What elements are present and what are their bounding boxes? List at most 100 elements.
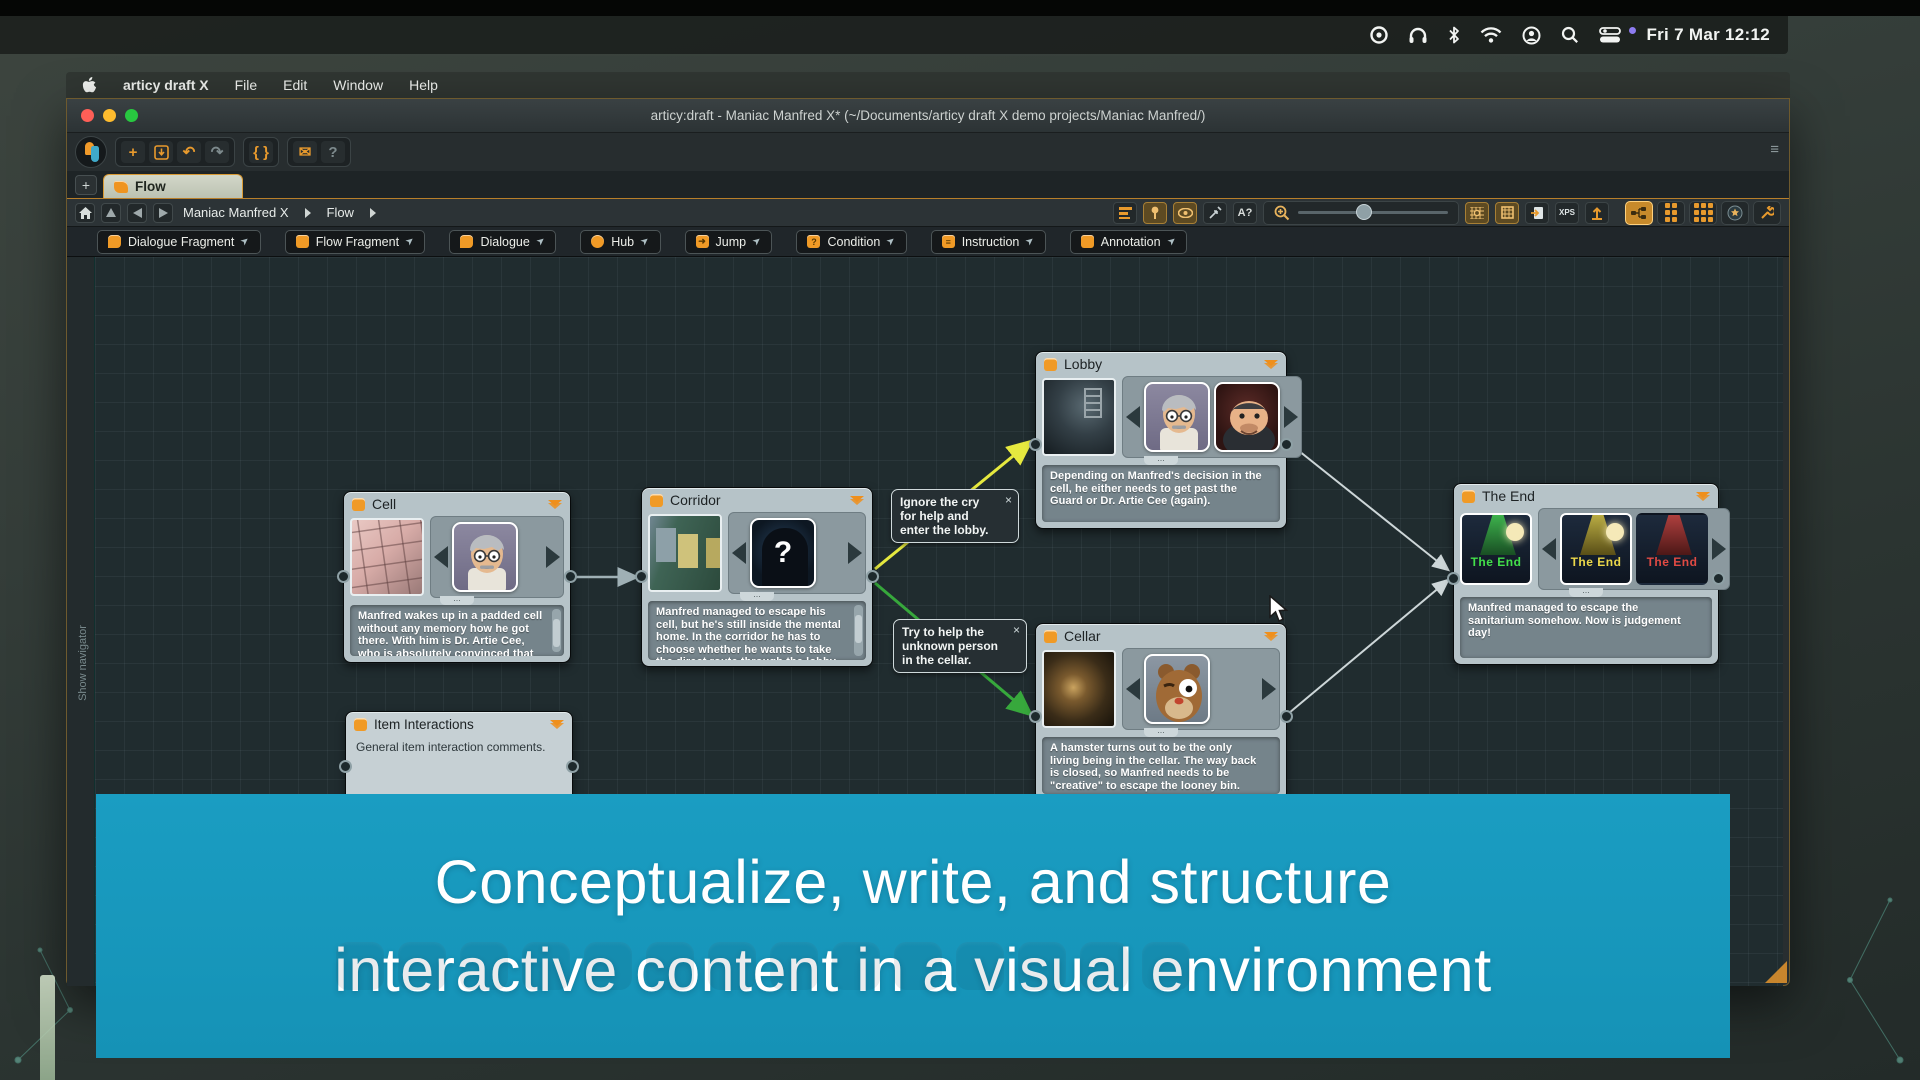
breadcrumb-project[interactable]: Maniac Manfred X — [183, 205, 289, 220]
export-xps-icon[interactable]: XPS — [1555, 202, 1579, 224]
control-center-icon[interactable] — [1599, 27, 1621, 43]
presentation-script-button[interactable]: { } — [249, 141, 273, 163]
menu-edit[interactable]: Edit — [283, 77, 307, 93]
carousel-prev-icon[interactable] — [434, 546, 448, 568]
lobby-preview-image[interactable] — [1042, 378, 1116, 456]
palette-annotation[interactable]: Annotation ➤ — [1070, 230, 1187, 254]
grid-view-button[interactable] — [1689, 201, 1717, 225]
collapse-chevron-icon[interactable] — [548, 500, 562, 509]
input-pin[interactable] — [1447, 572, 1460, 585]
labels-toggle-icon[interactable] — [1113, 202, 1137, 224]
carousel-prev-icon[interactable] — [1126, 678, 1140, 700]
node-resize-handle[interactable]: ... — [440, 596, 474, 605]
text-scrollbar[interactable] — [552, 609, 561, 652]
carousel-next-icon[interactable] — [1712, 538, 1726, 560]
input-pin[interactable] — [339, 760, 352, 773]
palette-flow-fragment[interactable]: Flow Fragment ➤ — [285, 230, 426, 254]
output-pin[interactable] — [866, 570, 879, 583]
apple-menu-icon[interactable] — [82, 77, 97, 94]
node-description[interactable]: Manfred managed to escape the sanitarium… — [1460, 597, 1712, 658]
output-pin[interactable] — [1280, 438, 1293, 451]
menu-file[interactable]: File — [235, 77, 258, 93]
mail-button[interactable]: ✉ — [293, 141, 317, 163]
toolbar-menu-icon[interactable]: ≡ — [1770, 141, 1779, 158]
menu-window[interactable]: Window — [333, 77, 383, 93]
add-tab-button[interactable]: + — [75, 175, 97, 195]
node-resize-handle[interactable]: ... — [1144, 456, 1178, 465]
input-pin[interactable] — [337, 570, 350, 583]
node-resize-handle[interactable]: ... — [1569, 588, 1603, 597]
portrait-unknown-person[interactable]: ? — [750, 518, 816, 588]
save-button[interactable] — [149, 141, 173, 163]
spellcheck-icon[interactable]: A? — [1233, 202, 1257, 224]
input-pin[interactable] — [635, 570, 648, 583]
zoom-in-icon[interactable] — [1274, 205, 1290, 221]
bluetooth-icon[interactable] — [1448, 26, 1460, 44]
search-icon[interactable] — [1561, 26, 1579, 44]
close-icon[interactable]: × — [1005, 493, 1012, 507]
output-pin[interactable] — [1280, 710, 1293, 723]
portrait-artie-cee[interactable] — [452, 522, 518, 592]
list-view-button[interactable] — [1657, 201, 1685, 225]
record-icon[interactable] — [1370, 26, 1388, 44]
redo-button[interactable]: ↷ — [205, 141, 229, 163]
palette-dialogue[interactable]: Dialogue ➤ — [449, 230, 556, 254]
settings-wrench-icon[interactable] — [1753, 201, 1781, 225]
minimize-window-button[interactable] — [103, 109, 116, 122]
navigator-strip[interactable]: Show navigator — [67, 257, 95, 986]
node-description[interactable]: Manfred wakes up in a padded cell withou… — [350, 605, 564, 656]
corridor-preview-image[interactable] — [648, 514, 722, 592]
pin-toggle-icon[interactable] — [1143, 202, 1167, 224]
comment-text[interactable]: General item interaction comments. — [346, 736, 572, 758]
system-clock[interactable]: Fri 7 Mar 12:12 — [1646, 25, 1770, 45]
end-card-green[interactable]: The End — [1460, 513, 1532, 585]
carousel-prev-icon[interactable] — [1542, 538, 1556, 560]
node-corridor[interactable]: Corridor ? ... — [641, 487, 873, 667]
preview-eye-icon[interactable] — [1173, 202, 1197, 224]
node-resize-handle[interactable]: ... — [1144, 728, 1178, 737]
zoom-window-button[interactable] — [125, 109, 138, 122]
palette-dialogue-fragment[interactable]: Dialogue Fragment ➤ — [97, 230, 261, 254]
export-icon[interactable] — [1585, 202, 1609, 224]
menu-help[interactable]: Help — [409, 77, 438, 93]
zoom-slider[interactable] — [1298, 211, 1448, 214]
collapse-chevron-icon[interactable] — [1264, 632, 1278, 641]
input-pin[interactable] — [1029, 438, 1042, 451]
tab-flow[interactable]: Flow — [103, 174, 243, 198]
undo-button[interactable]: ↶ — [177, 141, 201, 163]
menu-app-name[interactable]: articy draft X — [123, 77, 209, 93]
new-document-button[interactable]: + — [121, 141, 145, 163]
node-description[interactable]: A hamster turns out to be the only livin… — [1042, 737, 1280, 794]
output-pin[interactable] — [566, 760, 579, 773]
text-scrollbar[interactable] — [854, 605, 863, 656]
cellar-preview-image[interactable] — [1042, 650, 1116, 728]
node-lobby[interactable]: Lobby — [1035, 351, 1287, 529]
output-pin[interactable] — [564, 570, 577, 583]
grid-visibility-icon[interactable] — [1465, 202, 1489, 224]
breadcrumb-current[interactable]: Flow — [327, 205, 354, 220]
zoom-slider-knob[interactable] — [1356, 204, 1372, 220]
node-cell[interactable]: Cell — [343, 491, 571, 663]
wifi-icon[interactable] — [1480, 27, 1502, 43]
snap-grid-icon[interactable] — [1495, 202, 1519, 224]
end-card-red[interactable]: The End — [1636, 513, 1708, 585]
node-resize-handle[interactable]: ... — [740, 592, 774, 601]
close-icon[interactable]: × — [1013, 623, 1020, 637]
show-navigator-label[interactable]: Show navigator — [77, 613, 89, 713]
node-description[interactable]: Manfred managed to escape his cell, but … — [648, 601, 866, 660]
node-the-end[interactable]: The End The End — [1453, 483, 1719, 665]
connection-label-cellar[interactable]: Try to help the unknown person in the ce… — [893, 619, 1027, 673]
node-description[interactable]: Depending on Manfred's decision in the c… — [1042, 465, 1280, 522]
carousel-next-icon[interactable] — [546, 546, 560, 568]
portrait-guard[interactable] — [1214, 382, 1280, 452]
up-level-button[interactable] — [101, 203, 121, 223]
end-card-yellow[interactable]: The End — [1560, 513, 1632, 585]
window-titlebar[interactable]: articy:draft - Maniac Manfred X* (~/Docu… — [67, 99, 1789, 133]
node-cellar[interactable]: Cellar — [1035, 623, 1287, 801]
user-icon[interactable] — [1522, 26, 1541, 45]
palette-hub[interactable]: Hub ➤ — [580, 230, 660, 254]
output-pin[interactable] — [1712, 572, 1725, 585]
carousel-prev-icon[interactable] — [732, 542, 746, 564]
close-window-button[interactable] — [81, 109, 94, 122]
help-button[interactable]: ? — [321, 141, 345, 163]
